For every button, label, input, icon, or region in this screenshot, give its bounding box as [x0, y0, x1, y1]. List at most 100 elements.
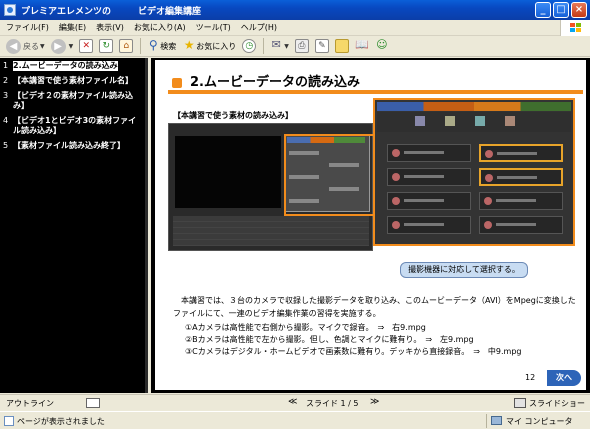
device-option [479, 216, 563, 234]
outline-item-label: 【ビデオ２の素材ファイル読み込み】 [13, 91, 133, 110]
window-title: プレミアエレメンツの ビデオ編集講座 [21, 6, 202, 17]
favorites-label: お気に入り [196, 41, 237, 51]
slideshow-icon[interactable] [514, 398, 526, 408]
outline-item-3[interactable]: 3 【ビデオ２の素材ファイル読み込み】 [3, 91, 142, 111]
import-dialog-screenshot [373, 98, 575, 246]
stop-icon: ✕ [79, 39, 94, 53]
status-bar: ページが表示されました マイ コンピュータ [0, 411, 590, 429]
slideshow-button[interactable]: スライドショー [529, 398, 585, 409]
slide-title: 2.ムービーデータの読み込み [168, 72, 583, 94]
status-separator [486, 414, 487, 428]
search-button[interactable]: ⚲ 検索 [146, 39, 176, 53]
back-arrow-icon: ◀ [6, 38, 21, 54]
outline-item-label: 【素材ファイル読み込み終了】 [13, 141, 125, 150]
slide-controls: アウトライン ≪ スライド 1 / 5 ≫ スライドショー [0, 394, 590, 411]
close-button[interactable]: × [571, 2, 587, 18]
chevron-down-icon: ▼ [68, 42, 74, 50]
device-option [387, 168, 471, 186]
refresh-icon: ↻ [99, 39, 114, 53]
slide-paragraph: 本講習では、３台のカメラで収録した撮影データを取り込み、このムービーデータ（AV… [173, 296, 576, 318]
stop-button[interactable]: ✕ [79, 39, 94, 53]
menu-help[interactable]: ヘルプ(H) [241, 22, 277, 33]
slide: 2.ムービーデータの読み込み 【本講習で使う素材の読み込み】 撮影機器に対応して… [155, 60, 586, 390]
callout: 撮影機器に対応して選択する。 [400, 262, 528, 278]
device-option [387, 144, 471, 162]
refresh-button[interactable]: ↻ [99, 39, 114, 53]
menu-tools[interactable]: ツール(T) [196, 22, 231, 33]
toolbar-separator [140, 38, 142, 54]
highlight-frame [284, 134, 384, 216]
device-option-highlighted [479, 168, 563, 186]
title-bar: プレミアエレメンツの ビデオ編集講座 _ □ × [0, 0, 590, 20]
previous-slide-button[interactable]: ≪ [288, 397, 297, 407]
star-icon: ★ [183, 38, 195, 52]
windows-logo-icon [560, 20, 590, 36]
timeline [173, 216, 369, 246]
outline-item-4[interactable]: 4 【ビデオ1とビデオ3の素材ファイル読み込み】 [3, 116, 142, 136]
outline-item-label: 【本講習で使う素材ファイル名】 [13, 76, 133, 85]
device-option [387, 192, 471, 210]
menu-view[interactable]: 表示(V) [96, 22, 124, 33]
video-preview [175, 136, 281, 208]
menu-favorites[interactable]: お気に入り(A) [134, 22, 186, 33]
book-icon: 📖 [355, 38, 369, 51]
home-button[interactable]: ⌂ [119, 39, 134, 53]
chevron-down-icon: ▼ [284, 42, 289, 50]
menu-bar: ファイル(F) 編集(E) 表示(V) お気に入り(A) ツール(T) ヘルプ(… [0, 20, 590, 36]
edit-icon: ✎ [314, 39, 329, 53]
next-slide-control[interactable]: ≫ [370, 397, 379, 407]
minimize-button[interactable]: _ [535, 2, 551, 18]
outline-button[interactable]: アウトライン [6, 398, 54, 409]
menu-edit[interactable]: 編集(E) [59, 22, 86, 33]
page-number: 12 [525, 373, 536, 382]
list-item: ①Aカメラは高性能で右側から撮影。マイクで録音。 ⇒ 右9.mpg [185, 323, 426, 332]
slide-pane: 2.ムービーデータの読み込み 【本講習で使う素材の読み込み】 撮影機器に対応して… [151, 58, 590, 393]
dialog-toolbar [377, 112, 571, 132]
ie-icon [4, 4, 16, 16]
editor-screenshot [168, 123, 384, 251]
folder-icon [334, 39, 349, 53]
messenger-icon: ☺ [376, 38, 388, 51]
slide-counter: スライド 1 / 5 [306, 399, 359, 408]
mail-icon: ✉ [271, 38, 281, 51]
page-icon [4, 416, 14, 426]
outline-item-1[interactable]: 1 2.ムービーデータの読み込み [3, 61, 142, 71]
outline-item-2[interactable]: 2 【本講習で使う素材ファイル名】 [3, 76, 142, 86]
status-text: ページが表示されました [17, 417, 105, 426]
notes-toggle-icon[interactable] [86, 398, 100, 408]
device-option [479, 192, 563, 210]
home-icon: ⌂ [119, 39, 134, 53]
mail-button[interactable]: ✉ ▼ [269, 39, 289, 53]
device-option [387, 216, 471, 234]
print-button[interactable]: ⎙ [294, 39, 309, 53]
forward-arrow-icon: ▶ [50, 38, 66, 54]
dialog-tabs [377, 102, 571, 111]
outline-item-label: 2.ムービーデータの読み込み [13, 61, 118, 71]
history-icon: ◷ [242, 39, 257, 53]
messenger-button[interactable]: ☺ [375, 39, 389, 53]
toolbar-separator [263, 38, 265, 54]
outline-pane: 1 2.ムービーデータの読み込み 2 【本講習で使う素材ファイル名】 3 【ビデ… [0, 58, 148, 393]
menu-file[interactable]: ファイル(F) [6, 22, 49, 33]
research-button[interactable]: 📖 [355, 39, 369, 53]
maximize-button[interactable]: □ [553, 2, 569, 18]
camera-list: ①Aカメラは高性能で右側から撮影。マイクで録音。 ⇒ 右9.mpg ②Bカメラは… [185, 322, 585, 358]
back-label: 戻る [23, 41, 39, 51]
edit-button[interactable]: ✎ [314, 39, 329, 53]
outline-item-label: 【ビデオ1とビデオ3の素材ファイル読み込み】 [13, 116, 137, 135]
slide-subheading: 【本講習で使う素材の読み込み】 [173, 111, 293, 120]
computer-icon [491, 416, 502, 425]
toolbar: ◀ 戻る ▼ ▶ ▼ ✕ ↻ ⌂ ⚲ 検索 ★ お気に入り ◷ ✉ ▼ ⎙ ✎ … [0, 36, 590, 57]
forward-button[interactable]: ▶ ▼ [50, 38, 74, 54]
search-icon: ⚲ [148, 38, 158, 52]
folder-button[interactable] [334, 39, 349, 53]
back-button[interactable]: ◀ 戻る ▼ [6, 38, 45, 54]
outline-item-5[interactable]: 5 【素材ファイル読み込み終了】 [3, 141, 142, 151]
history-button[interactable]: ◷ [242, 39, 257, 53]
favorites-button[interactable]: ★ お気に入り [182, 39, 236, 53]
chevron-down-icon: ▼ [40, 42, 45, 50]
search-label: 検索 [160, 41, 177, 51]
next-slide-button[interactable]: 次へ [547, 370, 581, 386]
device-option-highlighted [479, 144, 563, 162]
list-item: ②Bカメラは高性能で左から撮影。但し、色調とマイクに難有り。 ⇒ 左9.mpg [185, 335, 474, 344]
